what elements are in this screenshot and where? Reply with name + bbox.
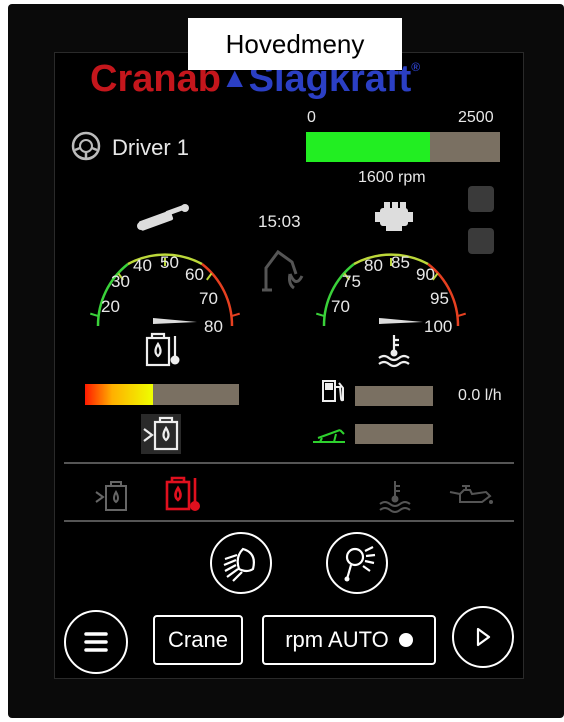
hamburger-menu-icon <box>84 632 108 652</box>
coolant-temperature-icon <box>376 332 412 368</box>
oil-temp-tick-70: 70 <box>199 289 218 308</box>
gauge-tick-mark <box>315 312 325 317</box>
gauge-needle <box>379 318 423 324</box>
work-light-icon <box>223 547 255 582</box>
boom-light-icon <box>344 546 376 582</box>
indicator-square-top <box>468 186 494 212</box>
coolant-tick-90: 90 <box>416 265 435 284</box>
work-light-boom-button[interactable] <box>326 532 388 594</box>
oil-temp-tick-30: 30 <box>111 272 130 291</box>
crane-button[interactable]: Crane <box>153 615 243 665</box>
rpm-auto-label: rpm AUTO <box>285 627 389 652</box>
oil-temp-tick-80: 80 <box>204 317 223 336</box>
page-title: Hovedmeny <box>188 18 402 70</box>
fuel-consumption-value: 0.0 l/h <box>458 387 502 404</box>
gauge-tick-mark <box>89 312 99 317</box>
engine-oil-pressure-warning-icon <box>446 482 494 508</box>
rpm-bar-fill <box>306 132 431 162</box>
hydraulic-oil-tank-icon <box>141 414 181 454</box>
oil-temp-gauge-needle <box>153 318 197 324</box>
coolant-tick-95: 95 <box>430 289 449 308</box>
gauge-needle <box>153 318 197 324</box>
divider-bottom <box>64 520 514 522</box>
rpm-auto-button[interactable]: rpm AUTO <box>262 615 436 665</box>
oil-temperature-warning-icon <box>164 474 204 514</box>
coolant-tick-80: 80 <box>364 256 383 275</box>
divider-top <box>64 462 514 464</box>
coolant-tick-70: 70 <box>331 297 350 316</box>
pedal-bar <box>355 424 433 444</box>
coolant-gauge-needle <box>379 318 423 324</box>
gauge-tick-mark <box>231 312 241 317</box>
coolant-tick-75: 75 <box>342 272 361 291</box>
rpm-max-label: 2500 <box>458 109 494 126</box>
oil-level-bar-fill <box>85 384 153 405</box>
fuel-pump-icon <box>320 378 346 404</box>
oil-temp-tick-60: 60 <box>185 265 204 284</box>
rpm-min-label: 0 <box>307 109 316 126</box>
work-light-front-button[interactable] <box>210 532 272 594</box>
coolant-temperature-warning-icon <box>377 478 413 514</box>
rpm-auto-indicator-dot <box>398 633 413 647</box>
oil-temp-tick-40: 40 <box>133 256 152 275</box>
gauge-tick-mark <box>457 312 467 317</box>
oil-level-bar <box>85 384 239 405</box>
oil-temperature-icon <box>144 332 184 368</box>
oil-temp-tick-50: 50 <box>160 253 179 272</box>
clock: 15:03 <box>258 212 301 231</box>
driver-label[interactable]: Driver 1 <box>112 135 189 161</box>
fuel-consumption-bar <box>355 386 433 406</box>
crane-icon <box>258 244 304 294</box>
menu-button[interactable] <box>64 610 128 674</box>
steering-wheel-icon <box>70 130 102 162</box>
next-page-button[interactable] <box>452 606 514 668</box>
rpm-value: 1600 rpm <box>358 169 426 186</box>
coolant-tick-100: 100 <box>424 317 453 336</box>
oil-filter-warning-icon <box>94 478 130 514</box>
coolant-tick-85: 85 <box>391 253 410 272</box>
rpm-bar <box>306 132 500 162</box>
oil-temp-tick-20: 20 <box>101 297 120 316</box>
pedal-icon <box>310 422 348 446</box>
oil-temp-gauge <box>89 253 241 327</box>
play-next-icon <box>476 627 491 647</box>
gauge-tick-mark <box>205 272 213 281</box>
